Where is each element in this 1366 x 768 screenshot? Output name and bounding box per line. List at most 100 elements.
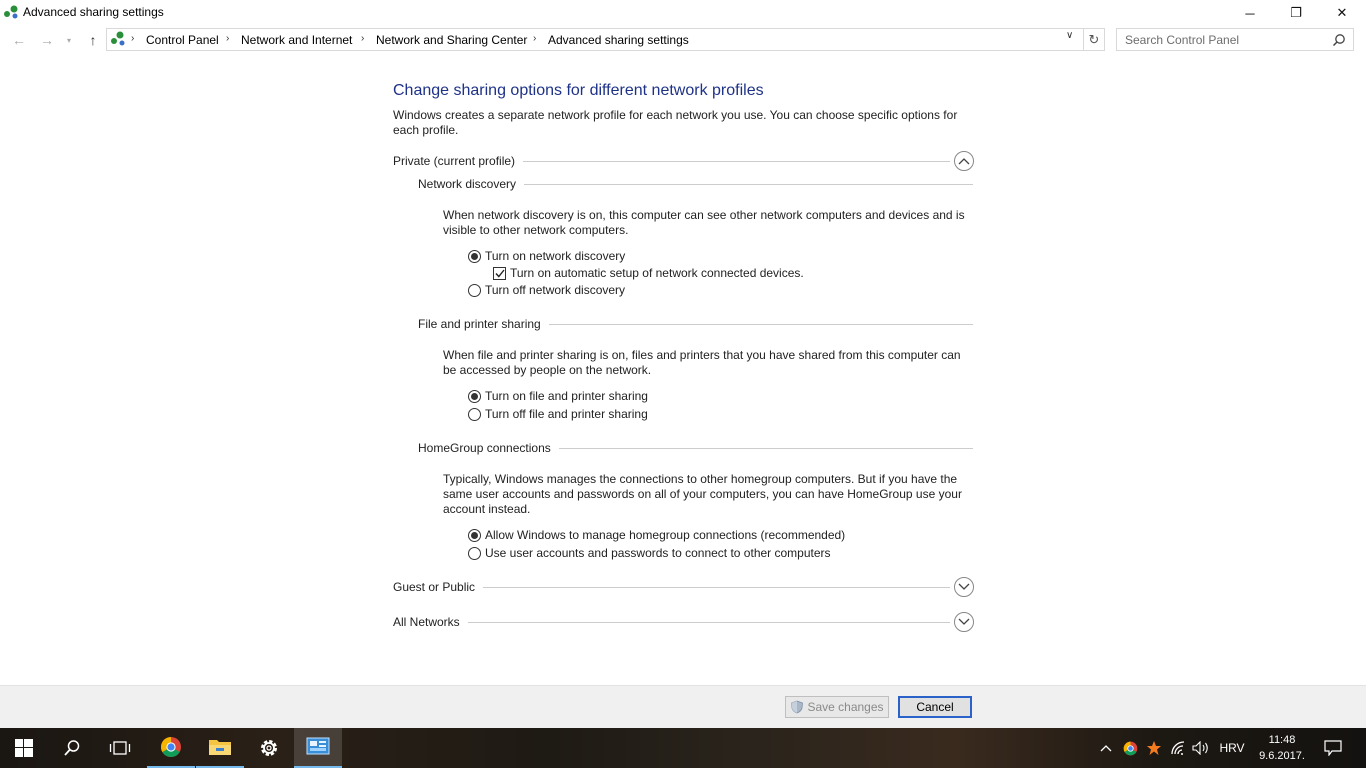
action-center-button[interactable] <box>1320 728 1346 768</box>
tray-chrome[interactable] <box>1120 728 1140 768</box>
radio-selected[interactable] <box>468 528 481 542</box>
taskbar-settings[interactable] <box>245 728 293 768</box>
avast-icon <box>1147 741 1161 755</box>
shield-icon <box>791 700 804 714</box>
chevron-up-icon <box>958 158 970 165</box>
file-sharing-header: File and printer sharing <box>418 317 973 331</box>
chrome-icon <box>1123 741 1137 755</box>
collapse-button[interactable] <box>954 151 974 171</box>
navigation-bar: ← → ▾ ↑ › Control Panel › Network and In… <box>0 26 1366 54</box>
breadcrumb-separator: › <box>226 33 230 44</box>
back-button[interactable]: ← <box>9 30 29 50</box>
task-view-button[interactable] <box>96 728 144 768</box>
chrome-icon <box>161 737 181 757</box>
radio-label: Use user accounts and passwords to conne… <box>485 546 831 560</box>
radio-label: Turn on file and printer sharing <box>485 389 648 403</box>
breadcrumb-advanced-sharing[interactable]: Advanced sharing settings <box>548 33 689 47</box>
divider <box>523 160 950 162</box>
start-button[interactable] <box>0 728 48 768</box>
breadcrumb-separator: › <box>533 33 537 44</box>
radio-label: Turn on network discovery <box>485 249 626 263</box>
checkmark-icon <box>494 269 505 278</box>
profile-private-header[interactable]: Private (current profile) <box>393 151 974 171</box>
homegroup-label: HomeGroup connections <box>418 441 551 455</box>
taskbar-chrome[interactable] <box>147 728 195 768</box>
control-panel-icon <box>306 737 330 755</box>
forward-button[interactable]: → <box>37 30 57 50</box>
radio-label: Turn off file and printer sharing <box>485 407 648 421</box>
recent-locations-button[interactable]: ▾ <box>62 30 76 50</box>
maximize-button[interactable]: ❐ <box>1273 0 1319 26</box>
divider <box>524 183 973 185</box>
network-icon <box>4 5 18 19</box>
search-input[interactable] <box>1125 30 1325 50</box>
profile-guest-header[interactable]: Guest or Public <box>393 577 974 597</box>
notification-icon <box>1324 740 1342 756</box>
radio-turn-on-discovery[interactable]: Turn on network discovery <box>468 249 625 263</box>
radio-label: Allow Windows to manage homegroup connec… <box>485 528 846 542</box>
speaker-icon <box>1192 741 1208 755</box>
radio-selected[interactable] <box>468 389 481 403</box>
tray-network[interactable] <box>1168 728 1190 768</box>
checkbox-auto-setup[interactable]: Turn on automatic setup of network conne… <box>493 266 804 280</box>
page-description: Windows creates a separate network profi… <box>393 108 958 137</box>
page-title: Change sharing options for different net… <box>393 82 764 99</box>
action-bar: Save changes Cancel <box>0 685 1366 728</box>
radio-windows-manage-homegroup[interactable]: Allow Windows to manage homegroup connec… <box>468 528 845 542</box>
address-dropdown-button[interactable]: ∨ <box>1066 30 1073 41</box>
breadcrumb-control-panel[interactable]: Control Panel <box>146 33 219 47</box>
profile-all-networks-header[interactable]: All Networks <box>393 612 974 632</box>
folder-icon <box>209 740 231 755</box>
search-button[interactable] <box>48 728 96 768</box>
title-bar: Advanced sharing settings ─ ❐ ✕ <box>0 0 1366 26</box>
breadcrumb-separator: › <box>131 33 135 44</box>
network-discovery-description: When network discovery is on, this compu… <box>443 208 965 237</box>
show-hidden-icons-button[interactable] <box>1096 728 1116 768</box>
radio-label: Turn off network discovery <box>485 283 626 297</box>
cancel-button[interactable]: Cancel <box>898 696 972 718</box>
taskbar-file-explorer[interactable] <box>196 728 244 768</box>
checkbox-checked[interactable] <box>493 266 506 280</box>
profile-private-label: Private (current profile) <box>393 154 516 168</box>
up-button[interactable]: ↑ <box>83 30 103 50</box>
taskbar-control-panel[interactable] <box>294 728 342 768</box>
tray-antivirus[interactable] <box>1144 728 1164 768</box>
divider <box>558 447 973 449</box>
taskbar-clock[interactable]: 11:48 9.6.2017. <box>1252 732 1312 764</box>
radio-unselected[interactable] <box>468 283 481 297</box>
network-icon <box>111 31 125 46</box>
network-discovery-header: Network discovery <box>418 177 973 191</box>
radio-turn-off-discovery[interactable]: Turn off network discovery <box>468 283 625 297</box>
save-changes-button[interactable]: Save changes <box>785 696 889 718</box>
file-sharing-description: When file and printer sharing is on, fil… <box>443 348 961 377</box>
radio-turn-on-file-sharing[interactable]: Turn on file and printer sharing <box>468 389 648 403</box>
checkbox-label: Turn on automatic setup of network conne… <box>510 266 804 280</box>
chevron-up-icon <box>1100 745 1112 752</box>
search-icon[interactable] <box>1332 33 1346 47</box>
chevron-down-icon <box>958 583 970 590</box>
task-view-icon <box>109 741 131 755</box>
radio-turn-off-file-sharing[interactable]: Turn off file and printer sharing <box>468 407 648 421</box>
breadcrumb-network-sharing-center[interactable]: Network and Sharing Center <box>376 33 527 47</box>
taskbar: HRV 11:48 9.6.2017. <box>0 728 1366 768</box>
tray-volume[interactable] <box>1190 728 1212 768</box>
save-changes-label: Save changes <box>807 700 884 714</box>
close-button[interactable]: ✕ <box>1319 0 1365 26</box>
window-title: Advanced sharing settings <box>23 5 164 19</box>
expand-button[interactable] <box>954 577 974 597</box>
chevron-down-icon <box>958 618 970 625</box>
breadcrumb-network-internet[interactable]: Network and Internet <box>241 33 352 47</box>
radio-unselected[interactable] <box>468 407 481 421</box>
breadcrumb-separator: › <box>361 33 365 44</box>
expand-button[interactable] <box>954 612 974 632</box>
address-bar[interactable]: › Control Panel › Network and Internet ›… <box>106 28 1084 51</box>
radio-selected[interactable] <box>468 249 481 263</box>
radio-unselected[interactable] <box>468 546 481 560</box>
clock-date: 9.6.2017. <box>1259 750 1305 762</box>
refresh-button[interactable]: ↻ <box>1084 28 1105 51</box>
radio-user-accounts-homegroup[interactable]: Use user accounts and passwords to conne… <box>468 546 831 560</box>
minimize-button[interactable]: ─ <box>1227 0 1273 26</box>
input-language-indicator[interactable]: HRV <box>1214 728 1250 768</box>
profile-all-networks-label: All Networks <box>393 615 460 629</box>
gear-icon <box>261 740 277 756</box>
